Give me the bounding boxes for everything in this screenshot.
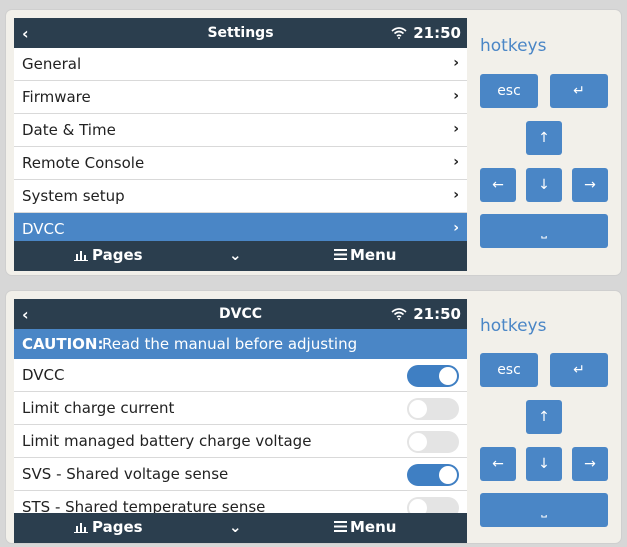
menu-button[interactable]: Menu bbox=[334, 246, 396, 264]
setting-limit-charge-current: Limit charge current bbox=[14, 392, 467, 425]
toggle-switch[interactable] bbox=[407, 464, 459, 486]
space-key[interactable]: ⎵ bbox=[480, 214, 608, 248]
toggle-switch[interactable] bbox=[407, 365, 459, 387]
toggle-switch[interactable] bbox=[407, 398, 459, 420]
hamburger-icon bbox=[334, 521, 347, 532]
chevron-right-icon: › bbox=[453, 121, 459, 137]
setting-svs: SVS - Shared voltage sense bbox=[14, 458, 467, 491]
setting-label: DVCC bbox=[22, 366, 65, 384]
caution-text: Read the manual before adjusting bbox=[102, 335, 358, 353]
dvcc-panel: ‹ DVCC 21:50 CAUTION: Read the manual be… bbox=[6, 291, 621, 543]
menu-label: Menu bbox=[350, 246, 397, 264]
dvcc-screen: ‹ DVCC 21:50 CAUTION: Read the manual be… bbox=[14, 299, 467, 543]
enter-key[interactable]: ↵ bbox=[550, 353, 608, 387]
title-bar: ‹ DVCC 21:50 bbox=[14, 299, 467, 329]
toggle-switch[interactable] bbox=[407, 431, 459, 453]
setting-label: SVS - Shared voltage sense bbox=[22, 465, 229, 483]
caution-banner: CAUTION: Read the manual before adjustin… bbox=[14, 329, 467, 359]
left-key[interactable]: ← bbox=[480, 168, 516, 202]
toggle-knob bbox=[439, 466, 457, 484]
chevron-right-icon: › bbox=[453, 154, 459, 170]
status-area: 21:50 bbox=[391, 24, 461, 43]
clock-time: 21:50 bbox=[413, 24, 461, 42]
up-key[interactable]: ↑ bbox=[526, 400, 562, 434]
hamburger-icon bbox=[334, 249, 347, 260]
menu-item-label: Remote Console bbox=[22, 154, 145, 172]
setting-label: Limit charge current bbox=[22, 399, 175, 417]
wifi-icon bbox=[391, 25, 407, 43]
wifi-icon bbox=[391, 306, 407, 324]
menu-item-label: General bbox=[22, 55, 82, 73]
bottom-bar: Pages ⌄ Menu bbox=[14, 241, 467, 271]
menu-item-label: DVCC bbox=[22, 220, 65, 238]
right-key[interactable]: → bbox=[572, 168, 608, 202]
esc-key[interactable]: esc bbox=[480, 74, 538, 108]
menu-button[interactable]: Menu bbox=[334, 518, 396, 536]
status-area: 21:50 bbox=[391, 305, 461, 324]
menu-item-general[interactable]: General › bbox=[14, 48, 467, 81]
clock-time: 21:50 bbox=[413, 305, 461, 323]
chevron-right-icon: › bbox=[453, 187, 459, 203]
menu-item-firmware[interactable]: Firmware › bbox=[14, 81, 467, 114]
right-key[interactable]: → bbox=[572, 447, 608, 481]
bar-chart-icon bbox=[74, 523, 88, 534]
hotkeys-pad: hotkeys esc ↵ ↑ ← ↓ → ⎵ bbox=[480, 291, 620, 543]
space-key[interactable]: ⎵ bbox=[480, 493, 608, 527]
menu-item-label: Firmware bbox=[22, 88, 91, 106]
title-bar: ‹ Settings 21:50 bbox=[14, 18, 467, 48]
menu-label: Menu bbox=[350, 518, 397, 536]
chevron-down-icon[interactable]: ⌄ bbox=[229, 246, 242, 264]
hotkeys-title: hotkeys bbox=[480, 316, 547, 336]
left-key[interactable]: ← bbox=[480, 447, 516, 481]
menu-item-system-setup[interactable]: System setup › bbox=[14, 180, 467, 213]
setting-label: Limit managed battery charge voltage bbox=[22, 432, 312, 450]
pages-label: Pages bbox=[92, 246, 143, 264]
chevron-right-icon: › bbox=[453, 220, 459, 236]
menu-item-remote-console[interactable]: Remote Console › bbox=[14, 147, 467, 180]
toggle-knob bbox=[409, 433, 427, 451]
hotkeys-pad: hotkeys esc ↵ ↑ ← ↓ → ⎵ bbox=[480, 10, 620, 275]
menu-item-date-time[interactable]: Date & Time › bbox=[14, 114, 467, 147]
pages-label: Pages bbox=[92, 518, 143, 536]
bottom-bar: Pages ⌄ Menu bbox=[14, 513, 467, 543]
caution-label: CAUTION: bbox=[22, 335, 104, 353]
settings-screen: ‹ Settings 21:50 General › Firmware › Da… bbox=[14, 18, 467, 271]
chevron-down-icon[interactable]: ⌄ bbox=[229, 518, 242, 536]
down-key[interactable]: ↓ bbox=[526, 168, 562, 202]
pages-button[interactable]: Pages bbox=[74, 246, 143, 264]
menu-item-label: Date & Time bbox=[22, 121, 116, 139]
toggle-knob bbox=[409, 400, 427, 418]
bar-chart-icon bbox=[74, 251, 88, 262]
up-key[interactable]: ↑ bbox=[526, 121, 562, 155]
menu-item-label: System setup bbox=[22, 187, 125, 205]
toggle-knob bbox=[439, 367, 457, 385]
pages-button[interactable]: Pages bbox=[74, 518, 143, 536]
chevron-right-icon: › bbox=[453, 55, 459, 71]
hotkeys-title: hotkeys bbox=[480, 36, 547, 56]
down-key[interactable]: ↓ bbox=[526, 447, 562, 481]
setting-limit-managed-battery-voltage: Limit managed battery charge voltage bbox=[14, 425, 467, 458]
setting-dvcc: DVCC bbox=[14, 359, 467, 392]
chevron-right-icon: › bbox=[453, 88, 459, 104]
esc-key[interactable]: esc bbox=[480, 353, 538, 387]
enter-key[interactable]: ↵ bbox=[550, 74, 608, 108]
settings-panel: ‹ Settings 21:50 General › Firmware › Da… bbox=[6, 10, 621, 275]
